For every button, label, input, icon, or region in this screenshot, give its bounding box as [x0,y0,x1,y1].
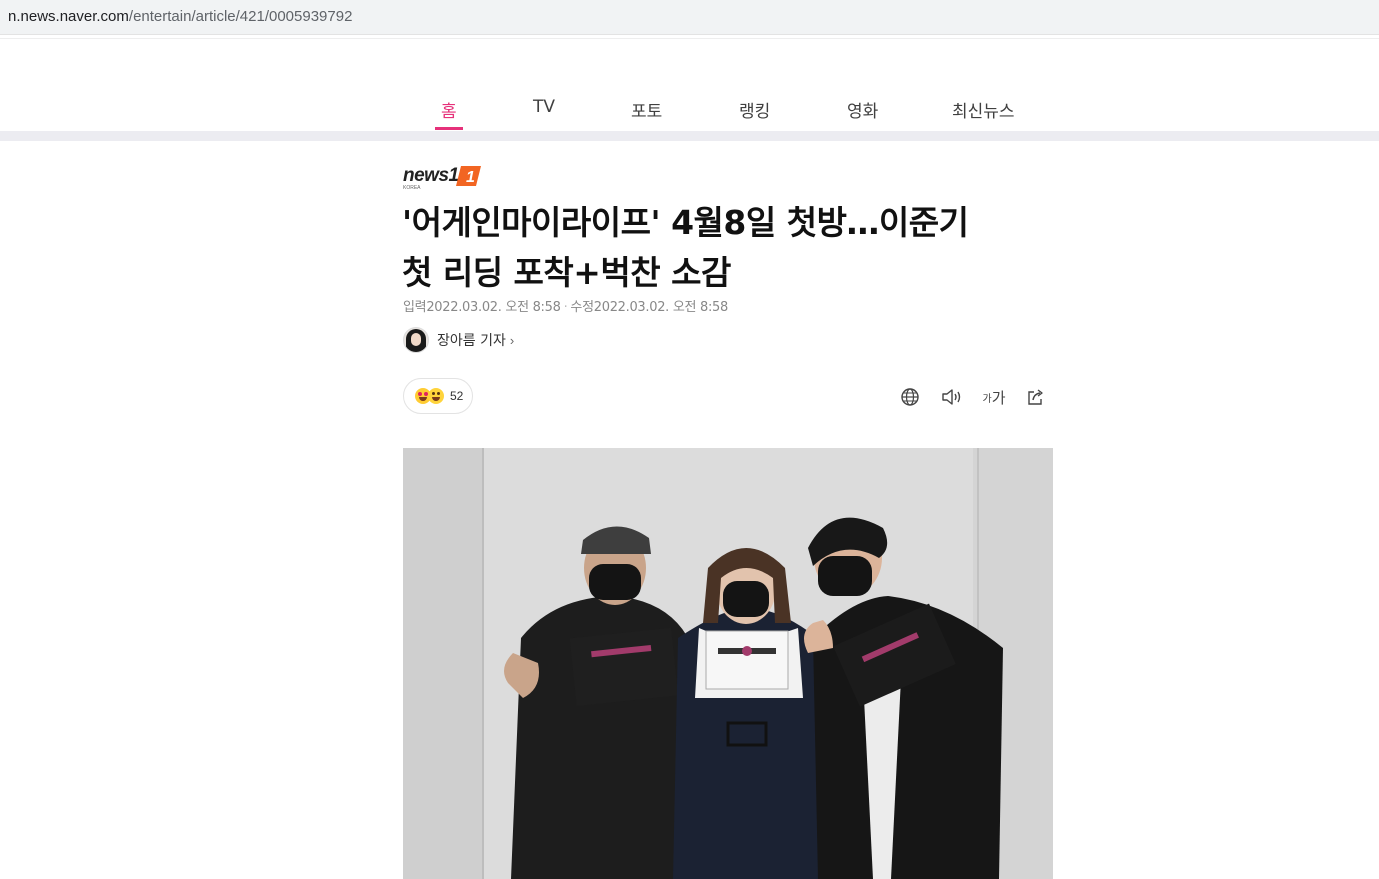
input-label: 입력 [403,300,427,315]
share-icon [1028,389,1043,405]
date-separator: · [563,300,568,315]
reaction-button[interactable]: 52 [403,378,473,414]
article-photo[interactable] [403,448,1053,879]
article-title-line1: '어게인마이라이프' 4월8일 첫방…이준기 [402,203,969,242]
reporter-link[interactable]: 장아름 기자 › [403,327,514,353]
tab-ranking[interactable]: 랭킹 [739,97,770,122]
font-size-large-label: 가 [991,388,1006,407]
press-logo-number: 1 [466,169,475,186]
press-logo-sub: KOREA [403,185,421,191]
section-divider [0,131,1379,141]
reporter-avatar [403,327,429,353]
translate-button[interactable] [898,385,922,409]
edit-date: 2022.03.02. 오전 8:58 [593,300,729,315]
font-size-button[interactable]: 가가 [982,385,1006,409]
url-text[interactable]: n.news.naver.com/entertain/article/421/0… [8,8,352,25]
press-logo[interactable]: news1 1 KOREA [403,163,483,191]
chevron-right-icon: › [509,332,515,348]
globe-icon [901,388,919,406]
article-title: '어게인마이라이프' 4월8일 첫방…이준기첫 리딩 포착+벅찬 소감 [402,198,1062,298]
input-date: 2022.03.02. 오전 8:58 [426,300,561,315]
tab-movie[interactable]: 영화 [847,97,878,122]
reaction-count: 52 [450,389,464,403]
browser-address-bar[interactable]: n.news.naver.com/entertain/article/421/0… [0,0,1379,35]
article-title-line2: 첫 리딩 포착+벅찬 소감 [402,253,731,292]
article-dates: 입력2022.03.02. 오전 8:58 · 수정2022.03.02. 오전 8… [403,296,728,315]
tab-photo[interactable]: 포토 [631,97,662,122]
url-host: n.news.naver.com [8,8,129,25]
edit-label: 수정 [570,300,594,315]
font-size-small-label: 가 [982,393,992,405]
listen-button[interactable] [940,385,964,409]
press-logo-text: news1 [403,165,459,186]
reporter-name: 장아름 기자 [437,333,506,349]
active-tab-indicator [435,127,463,130]
smile-emoji-icon [428,388,444,404]
url-path: /entertain/article/421/0005939792 [128,8,353,25]
share-button[interactable] [1024,385,1048,409]
tab-home[interactable]: 홈 [441,97,457,122]
article-tools: 가가 [898,384,1066,410]
tab-latest-news[interactable]: 최신뉴스 [952,97,1015,122]
speaker-icon [942,389,961,405]
tab-tv[interactable]: TV [533,97,555,117]
category-nav: 홈 TV 포토 랭킹 영화 최신뉴스 [0,87,1379,131]
header-area [0,38,1379,88]
